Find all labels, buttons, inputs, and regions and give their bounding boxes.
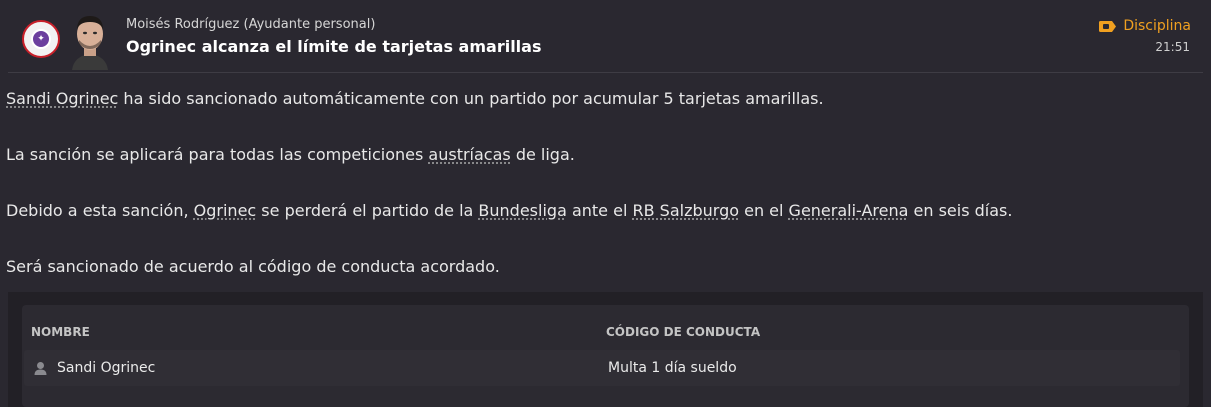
person-icon xyxy=(34,362,47,375)
stadium-link[interactable]: Generali-Arena xyxy=(789,201,909,220)
message-time: 21:51 xyxy=(1155,40,1190,54)
competition-link[interactable]: Bundesliga xyxy=(478,201,566,220)
message-subject: Ogrinec alcanza el límite de tarjetas am… xyxy=(126,37,542,56)
club-badge-icon[interactable]: ✦ xyxy=(22,20,60,58)
column-header-conduct[interactable]: CÓDIGO DE CONDUCTA xyxy=(606,325,760,339)
yellow-card-tag-icon xyxy=(1099,20,1117,32)
paragraph-1: Sandi Ogrinec ha sido sancionado automát… xyxy=(6,89,824,108)
table-row[interactable] xyxy=(24,350,1180,386)
paragraph-2: La sanción se aplicará para todas las co… xyxy=(6,145,575,164)
column-header-name[interactable]: NOMBRE xyxy=(31,325,90,339)
paragraph-4: Será sancionado de acuerdo al código de … xyxy=(6,257,500,276)
opponent-link[interactable]: RB Salzburgo xyxy=(632,201,739,220)
category-label[interactable]: Disciplina xyxy=(1099,18,1191,34)
paragraph-3: Debido a esta sanción, Ogrinec se perder… xyxy=(6,201,1013,220)
sender-name[interactable]: Moisés Rodríguez (Ayudante personal) xyxy=(126,17,375,32)
staff-avatar[interactable] xyxy=(66,8,114,70)
player-link[interactable]: Ogrinec xyxy=(194,201,257,220)
category-text: Disciplina xyxy=(1123,18,1191,34)
row-conduct-value: Multa 1 día sueldo xyxy=(608,360,737,376)
player-link[interactable]: Sandi Ogrinec xyxy=(6,89,118,108)
message-header: ✦ Moisés Rodríguez (Ayudante personal) O… xyxy=(0,0,1211,72)
row-player-name[interactable]: Sandi Ogrinec xyxy=(57,360,155,376)
header-divider xyxy=(8,72,1203,73)
nation-link[interactable]: austríacas xyxy=(428,145,510,164)
